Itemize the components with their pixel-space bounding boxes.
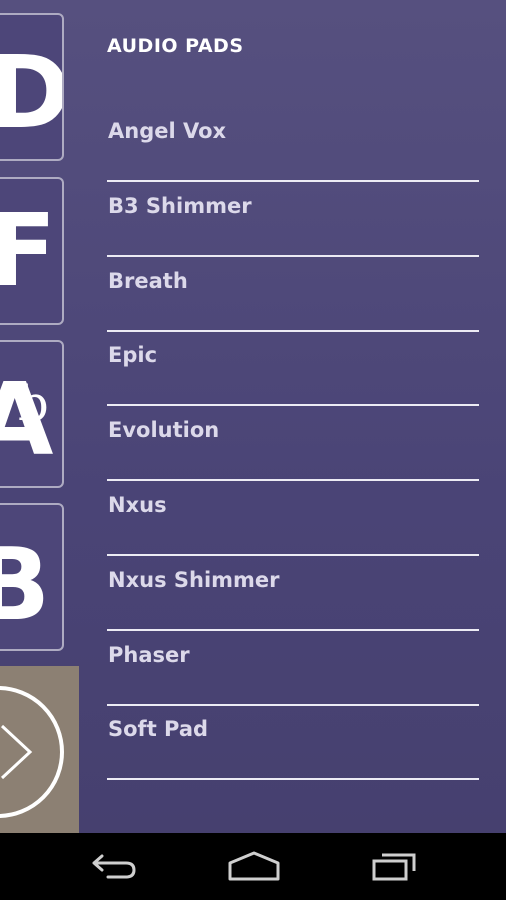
page-title: AUDIO PADS: [107, 35, 244, 57]
key-pad-a-flat[interactable]: A b: [0, 340, 64, 488]
divider: [107, 778, 479, 780]
pad-item-b3-shimmer[interactable]: B3 Shimmer: [107, 182, 479, 257]
pad-item-label: Soft Pad: [108, 717, 209, 741]
pad-item-nxus[interactable]: Nxus: [107, 481, 479, 556]
pad-item-label: Breath: [108, 269, 188, 293]
play-button[interactable]: [0, 666, 79, 833]
pad-item-label: Angel Vox: [108, 119, 227, 143]
pad-item-label: Nxus: [108, 493, 167, 517]
pad-item-label: Evolution: [108, 418, 220, 442]
key-pad-d[interactable]: D: [0, 13, 64, 161]
accidental-label: b: [18, 376, 49, 432]
pad-item-breath[interactable]: Breath: [107, 257, 479, 332]
pad-item-phaser[interactable]: Phaser: [107, 631, 479, 706]
key-label: B: [0, 535, 50, 635]
pad-item-epic[interactable]: Epic: [107, 331, 479, 406]
key-label: D: [0, 43, 62, 143]
pad-item-label: Nxus Shimmer: [108, 568, 280, 592]
back-icon[interactable]: [88, 849, 138, 887]
home-icon[interactable]: [226, 849, 282, 887]
pad-item-angel-vox[interactable]: Angel Vox: [107, 107, 479, 182]
pad-item-soft-pad[interactable]: Soft Pad: [107, 705, 479, 780]
app-screen: D F A b B AUDIO PADS Angel Vox B3 Shimme…: [0, 0, 506, 833]
key-pad-b[interactable]: B: [0, 503, 64, 651]
key-pad-f[interactable]: F: [0, 177, 64, 325]
play-icon: [0, 686, 64, 818]
pad-item-label: Phaser: [108, 643, 190, 667]
pad-item-label: B3 Shimmer: [108, 194, 252, 218]
recents-icon[interactable]: [370, 849, 420, 887]
pad-item-evolution[interactable]: Evolution: [107, 406, 479, 481]
navigation-bar: [0, 833, 506, 900]
key-label: F: [0, 201, 56, 301]
pad-item-label: Epic: [108, 343, 158, 367]
pad-item-nxus-shimmer[interactable]: Nxus Shimmer: [107, 556, 479, 631]
